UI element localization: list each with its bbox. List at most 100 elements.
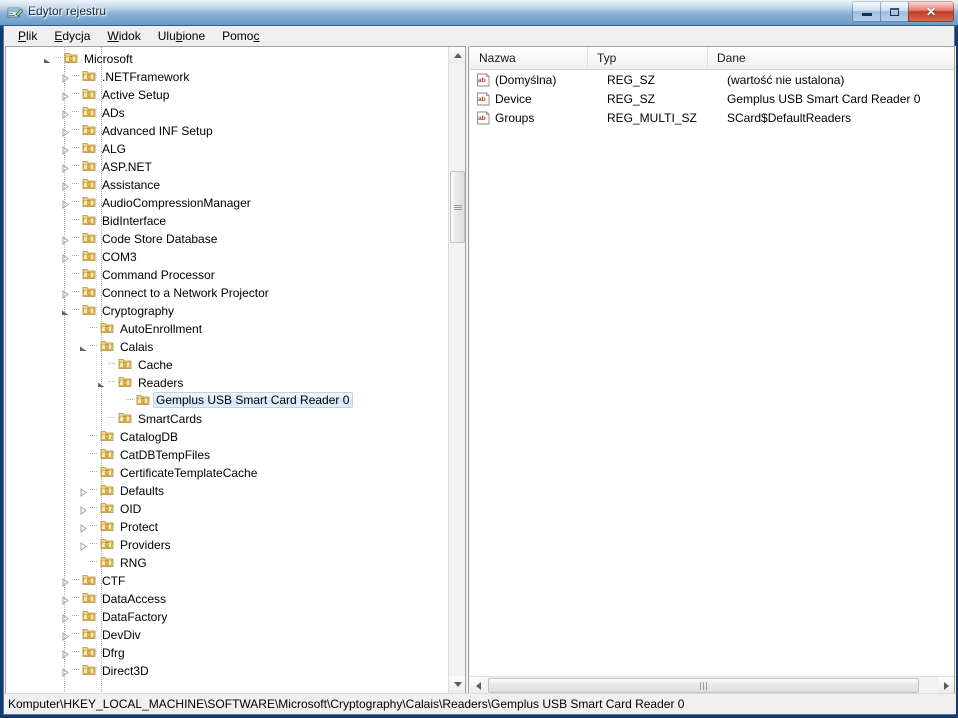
tree-item[interactable]: Cache	[6, 355, 448, 373]
registry-key-folder-icon	[82, 123, 96, 136]
chevron-right-icon[interactable]	[61, 288, 70, 302]
scroll-left-button[interactable]	[470, 677, 487, 693]
chevron-right-icon[interactable]	[61, 234, 70, 248]
value-row[interactable]: ab Device REG_SZ Gemplus USB Smart Card Rea…	[470, 89, 954, 108]
tree-item[interactable]: Readers	[6, 373, 448, 391]
menu-item-ulubione[interactable]: Ulubione	[150, 27, 214, 45]
tree-connector-line	[72, 255, 80, 256]
tree-item[interactable]: Dfrg	[6, 643, 448, 661]
chevron-down-icon[interactable]	[43, 54, 52, 68]
tree-scroll-thumb[interactable]	[450, 171, 465, 243]
menu-item-widok[interactable]: Widok	[99, 27, 149, 45]
tree-item[interactable]: CatalogDB	[6, 427, 448, 445]
column-header-dane[interactable]: Dane	[708, 47, 954, 69]
tree-item[interactable]: Calais	[6, 337, 448, 355]
menu-item-pomoc[interactable]: Pomoc	[214, 27, 268, 45]
menu-item-edycja[interactable]: Edycja	[46, 27, 99, 45]
tree-item[interactable]: ADs	[6, 103, 448, 121]
chevron-right-icon[interactable]	[61, 72, 70, 86]
chevron-right-icon[interactable]	[61, 90, 70, 104]
tree-item[interactable]: OID	[6, 499, 448, 517]
close-button[interactable]: ✕	[908, 1, 954, 22]
chevron-right-icon[interactable]	[61, 630, 70, 644]
registry-key-folder-icon	[82, 105, 96, 118]
tree-item[interactable]: Code Store Database	[6, 229, 448, 247]
tree-vertical-scrollbar[interactable]	[448, 47, 465, 693]
tree-item[interactable]: ALG	[6, 139, 448, 157]
tree-item[interactable]: Active Setup	[6, 85, 448, 103]
tree-item[interactable]: DataFactory	[6, 607, 448, 625]
scroll-down-button[interactable]	[449, 676, 465, 693]
tree-item[interactable]: Advanced INF Setup	[6, 121, 448, 139]
tree-item[interactable]: Command Processor	[6, 265, 448, 283]
tree-item[interactable]: DevDiv	[6, 625, 448, 643]
scroll-right-button[interactable]	[938, 677, 954, 693]
tree-item[interactable]: CatDBTempFiles	[6, 445, 448, 463]
tree-item[interactable]: SmartCards	[6, 409, 448, 427]
scroll-up-button[interactable]	[449, 47, 465, 64]
chevron-right-icon[interactable]	[61, 576, 70, 590]
values-list[interactable]: ab (Domyślna) REG_SZ (wartość nie ustalona)…	[470, 70, 954, 127]
column-header-nazwa[interactable]: Nazwa	[470, 47, 588, 69]
tree-item[interactable]: Cryptography	[6, 301, 448, 319]
chevron-right-icon[interactable]	[79, 504, 88, 518]
chevron-down-icon[interactable]	[79, 342, 88, 356]
chevron-right-icon[interactable]	[61, 666, 70, 680]
tree-item[interactable]: BidInterface	[6, 211, 448, 229]
values-horizontal-scrollbar[interactable]	[470, 676, 954, 693]
tree-item[interactable]: ASP.NET	[6, 157, 448, 175]
registry-key-folder-icon	[82, 87, 96, 100]
chevron-right-icon[interactable]	[61, 180, 70, 194]
tree-item-selected[interactable]: Gemplus USB Smart Card Reader 0	[6, 391, 448, 409]
tree-item[interactable]: Protect	[6, 517, 448, 535]
tree-item[interactable]: Assistance	[6, 175, 448, 193]
pane-splitter[interactable]	[465, 46, 469, 694]
value-row[interactable]: ab (Domyślna) REG_SZ (wartość nie ustalona)	[470, 70, 954, 89]
chevron-right-icon[interactable]	[79, 540, 88, 554]
chevron-right-icon[interactable]	[61, 252, 70, 266]
registry-tree[interactable]: Microsoft .NETFramework Active Setup ADs Adv…	[6, 47, 448, 693]
tree-item-label: Cache	[138, 358, 173, 372]
chevron-right-icon[interactable]	[79, 486, 88, 500]
column-header-typ[interactable]: Typ	[588, 47, 708, 69]
tree-connector-line	[72, 579, 80, 580]
tree-item[interactable]: Providers	[6, 535, 448, 553]
menu-item-plik[interactable]: Plik	[10, 27, 46, 45]
tree-item[interactable]: CertificateTemplateCache	[6, 463, 448, 481]
chevron-right-icon[interactable]	[61, 594, 70, 608]
chevron-right-icon[interactable]	[61, 612, 70, 626]
chevron-right-icon[interactable]	[61, 162, 70, 176]
value-row[interactable]: ab Groups REG_MULTI_SZ SCard$DefaultReaders	[470, 108, 954, 127]
tree-item[interactable]: AutoEnrollment	[6, 319, 448, 337]
values-scroll-thumb[interactable]	[488, 678, 919, 693]
tree-item-label: Protect	[120, 520, 159, 534]
chevron-right-icon[interactable]	[61, 126, 70, 140]
tree-item[interactable]: Microsoft	[6, 49, 448, 67]
chevron-right-icon[interactable]	[61, 144, 70, 158]
chevron-right-icon[interactable]	[61, 108, 70, 122]
tree-item[interactable]: RNG	[6, 553, 448, 571]
tree-connector-line	[72, 633, 80, 634]
scroll-up-arrow-icon	[453, 53, 462, 58]
maximize-button[interactable]	[880, 1, 909, 22]
tree-item[interactable]: .NETFramework	[6, 67, 448, 85]
chevron-right-icon[interactable]	[61, 648, 70, 662]
tree-item-label: Microsoft	[84, 52, 133, 66]
tree-item[interactable]: CTF	[6, 571, 448, 589]
tree-item[interactable]: AudioCompressionManager	[6, 193, 448, 211]
tree-connector-line	[90, 471, 98, 472]
chevron-down-icon[interactable]	[97, 378, 106, 392]
minimize-button[interactable]	[852, 1, 881, 22]
tree-item[interactable]: COM3	[6, 247, 448, 265]
chevron-right-icon[interactable]	[79, 522, 88, 536]
registry-tree-pane[interactable]: Microsoft .NETFramework Active Setup ADs Adv…	[5, 46, 465, 694]
tree-item[interactable]: Defaults	[6, 481, 448, 499]
chevron-down-icon[interactable]	[61, 306, 70, 320]
tree-item[interactable]: DataAccess	[6, 589, 448, 607]
values-column-header[interactable]: Nazwa Typ Dane	[470, 47, 954, 70]
chevron-right-icon[interactable]	[61, 198, 70, 212]
registry-values-pane[interactable]: Nazwa Typ Dane ab (Domyślna) REG_SZ (wartość …	[470, 46, 955, 694]
tree-item[interactable]: Connect to a Network Projector	[6, 283, 448, 301]
tree-item[interactable]: Direct3D	[6, 661, 448, 679]
title-bar[interactable]: Edytor rejestru ✕	[0, 0, 958, 26]
